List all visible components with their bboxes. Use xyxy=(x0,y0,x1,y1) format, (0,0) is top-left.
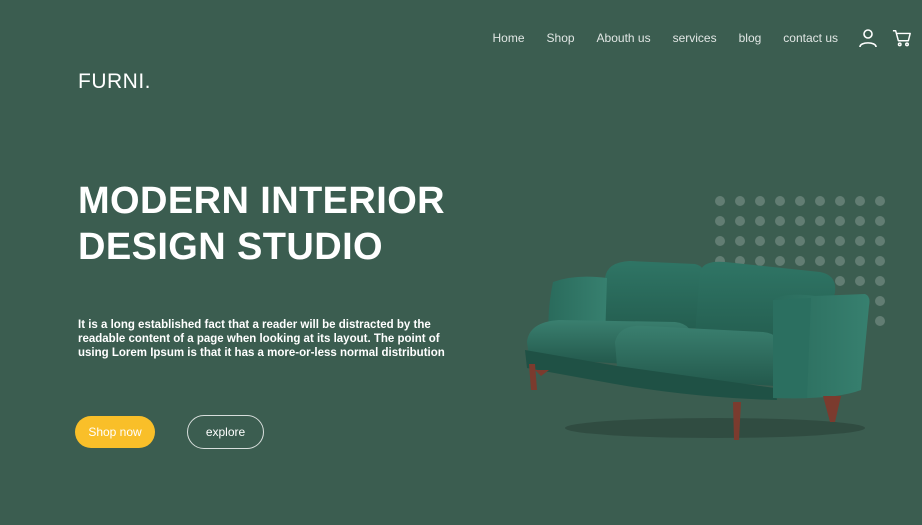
decorative-dot xyxy=(875,296,885,306)
decorative-dot xyxy=(835,236,845,246)
decorative-dot xyxy=(735,216,745,226)
user-icon[interactable] xyxy=(858,28,878,48)
cart-icon[interactable] xyxy=(892,28,912,48)
brand-logo[interactable]: FURNI. xyxy=(78,70,151,94)
decorative-dot xyxy=(875,196,885,206)
decorative-dot xyxy=(875,236,885,246)
decorative-dot xyxy=(755,236,765,246)
decorative-dot xyxy=(775,216,785,226)
decorative-dot xyxy=(815,216,825,226)
sofa-image xyxy=(525,261,870,440)
decorative-dot xyxy=(875,256,885,266)
decorative-dot xyxy=(835,216,845,226)
nav-link-blog[interactable]: blog xyxy=(739,31,762,45)
hero-title-line-1: MODERN INTERIOR xyxy=(78,180,445,222)
nav-link-about[interactable]: Abouth us xyxy=(597,31,651,45)
decorative-dot xyxy=(735,196,745,206)
nav-icons xyxy=(858,28,912,48)
nav-link-services[interactable]: services xyxy=(673,31,717,45)
shop-now-button[interactable]: Shop now xyxy=(75,416,155,448)
decorative-dot xyxy=(795,236,805,246)
decorative-dot xyxy=(715,216,725,226)
decorative-dot xyxy=(875,316,885,326)
decorative-dot xyxy=(855,216,865,226)
decorative-dot xyxy=(715,236,725,246)
decorative-dot xyxy=(715,196,725,206)
hero-title: MODERN INTERIOR DESIGN STUDIO xyxy=(78,178,445,270)
decorative-dot xyxy=(795,216,805,226)
decorative-dot xyxy=(855,236,865,246)
decorative-dot xyxy=(775,196,785,206)
decorative-dot xyxy=(835,196,845,206)
decorative-dot xyxy=(735,236,745,246)
nav-link-contact[interactable]: contact us xyxy=(783,31,838,45)
decorative-dot xyxy=(755,216,765,226)
decorative-dot xyxy=(815,236,825,246)
hero-description: It is a long established fact that a rea… xyxy=(78,319,445,359)
decorative-dot xyxy=(855,196,865,206)
landing-page: Home Shop Abouth us services blog contac… xyxy=(0,0,922,525)
decorative-dot xyxy=(875,216,885,226)
decorative-dot xyxy=(755,196,765,206)
decorative-dot xyxy=(815,196,825,206)
hero-title-line-2: DESIGN STUDIO xyxy=(78,226,384,268)
nav-link-shop[interactable]: Shop xyxy=(547,31,575,45)
explore-button[interactable]: explore xyxy=(187,415,264,449)
nav-links: Home Shop Abouth us services blog contac… xyxy=(471,31,839,45)
main-nav: Home Shop Abouth us services blog contac… xyxy=(471,28,913,48)
decorative-dot xyxy=(775,236,785,246)
nav-link-home[interactable]: Home xyxy=(493,31,525,45)
decorative-dot xyxy=(795,196,805,206)
decorative-dot xyxy=(875,276,885,286)
